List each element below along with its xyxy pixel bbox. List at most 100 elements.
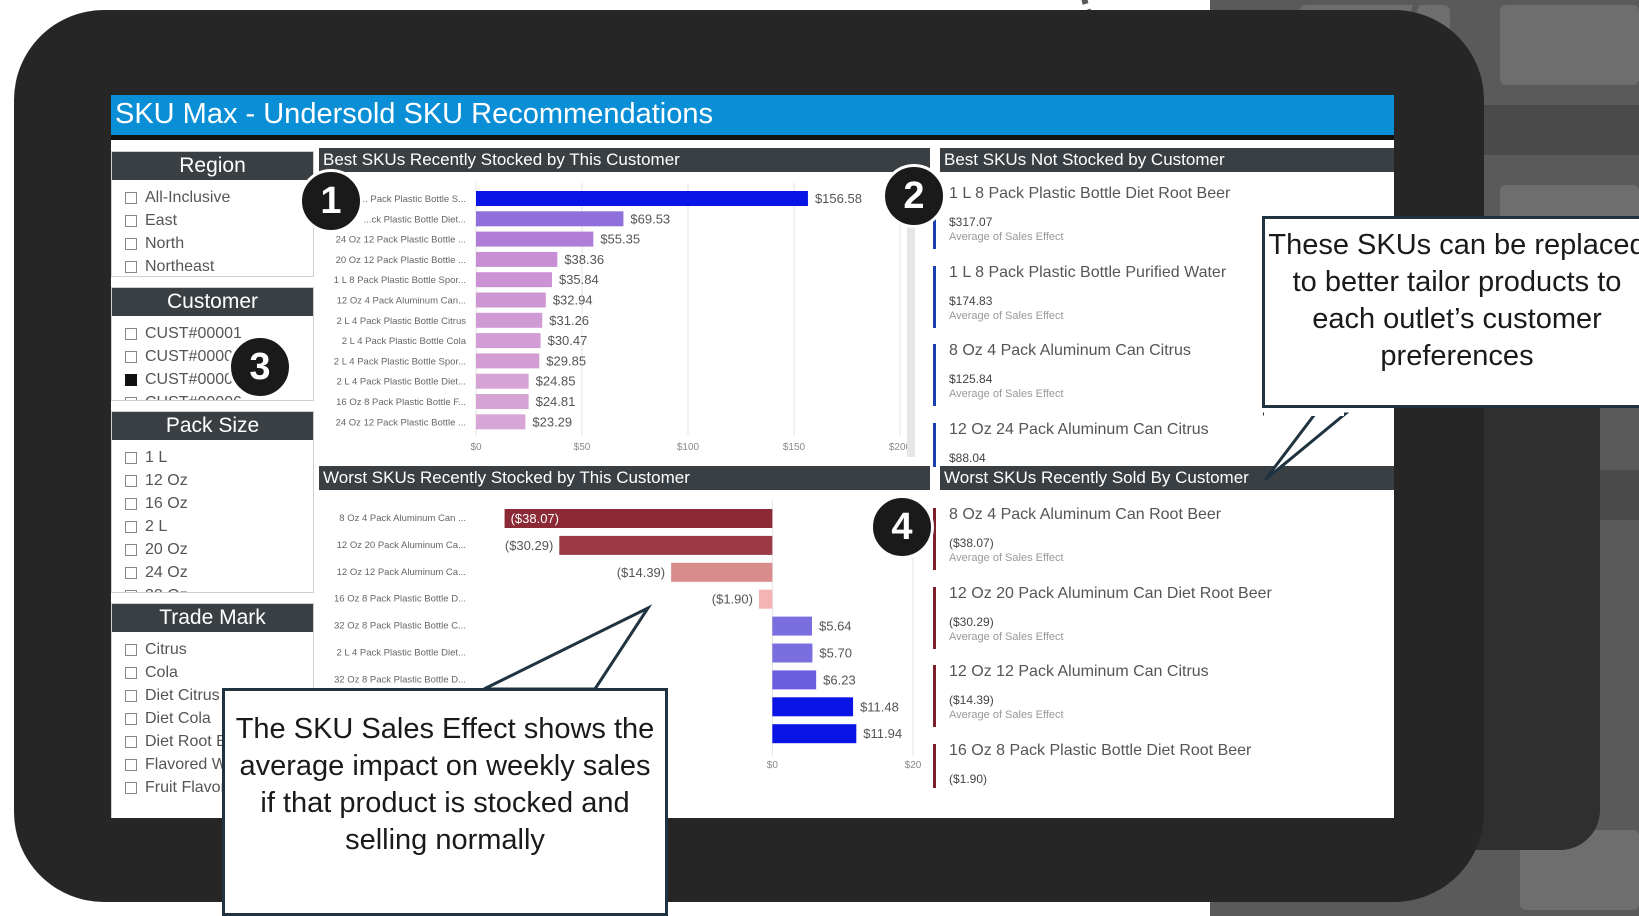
pack-size-option[interactable]: 20 Oz	[112, 538, 313, 561]
data-label: $69.53	[630, 211, 670, 226]
pack-size-option[interactable]: 32 Oz	[112, 584, 313, 592]
x-tick-label: $150	[783, 442, 806, 453]
region-slicer-title: Region	[112, 152, 313, 180]
bar	[671, 562, 773, 582]
category-label: 8 Oz 4 Pack Aluminum Can ...	[339, 513, 466, 524]
pack-size-option-label: 20 Oz	[145, 541, 188, 558]
customer-option[interactable]: CUST#00006	[112, 391, 313, 400]
bar	[758, 589, 773, 609]
data-label: $31.26	[549, 313, 589, 328]
customer-slicer-title: Customer	[112, 288, 313, 316]
pack-size-option[interactable]: 1 L	[112, 446, 313, 469]
sku-card[interactable]: 1 L 8 Pack Plastic Bottle Diet Root Beer…	[933, 185, 1313, 261]
bar	[476, 272, 552, 288]
card-name: 12 Oz 24 Pack Aluminum Can Citrus	[949, 420, 1209, 438]
callout-bottom-tail	[483, 604, 653, 691]
region-option[interactable]: East	[112, 209, 313, 232]
badge-2: 2	[882, 164, 946, 228]
checkbox-icon[interactable]	[125, 782, 137, 794]
pack-size-option[interactable]: 12 Oz	[112, 469, 313, 492]
sku-card[interactable]: 12 Oz 20 Pack Aluminum Can Diet Root Bee…	[933, 584, 1313, 661]
pack-size-slicer-title: Pack Size	[112, 412, 313, 440]
customer-option[interactable]: CUST#00001	[112, 322, 313, 345]
pack-size-option-label: 2 L	[145, 518, 168, 535]
card-value: ($14.39)	[949, 693, 994, 707]
data-label: ($14.39)	[617, 565, 665, 580]
pack-size-option[interactable]: 24 Oz	[112, 561, 313, 584]
badge-1: 1	[299, 169, 363, 233]
pack-size-option-label: 12 Oz	[145, 472, 188, 489]
checkbox-icon[interactable]	[125, 521, 137, 533]
badge-3: 3	[228, 335, 292, 399]
sku-card[interactable]: 16 Oz 8 Pack Plastic Bottle Diet Root Be…	[933, 742, 1313, 818]
data-label: ($1.90)	[712, 592, 753, 607]
checkbox-icon[interactable]	[125, 590, 137, 592]
region-option-label: Northeast	[145, 258, 215, 275]
region-option[interactable]: All-Inclusive	[112, 186, 313, 209]
checkbox-icon[interactable]	[125, 397, 137, 400]
customer-option-label: CUST#00004	[145, 371, 242, 388]
checkbox-icon[interactable]	[125, 736, 137, 748]
card-name: 12 Oz 20 Pack Aluminum Can Diet Root Bee…	[949, 584, 1272, 602]
best-stocked-scrollbar[interactable]	[907, 223, 915, 457]
data-label: $38.36	[564, 252, 604, 267]
pack-size-option[interactable]: 16 Oz	[112, 492, 313, 515]
checkbox-icon[interactable]	[125, 328, 137, 340]
trade-mark-slicer-title: Trade Mark	[112, 604, 313, 632]
region-option-label: All-Inclusive	[145, 189, 231, 206]
checkbox-icon[interactable]	[125, 192, 137, 204]
card-caption: Average of Sales Effect	[949, 630, 1064, 643]
checkbox-icon[interactable]	[125, 475, 137, 487]
data-label: $29.85	[546, 353, 586, 368]
checkbox-icon[interactable]	[125, 215, 137, 227]
category-label: 2 L 4 Pack Plastic Bottle Spor...	[334, 356, 466, 367]
checkbox-icon[interactable]	[125, 713, 137, 725]
card-caption: Average of Sales Effect	[949, 231, 1064, 243]
category-label: 2 L 4 Pack Plastic Bottle Diet...	[336, 377, 466, 388]
trade-mark-option[interactable]: Citrus	[112, 638, 313, 661]
sku-card[interactable]: 8 Oz 4 Pack Aluminum Can Citrus $125.84 Av…	[933, 342, 1313, 418]
checkbox-icon[interactable]	[125, 238, 137, 250]
category-label: 24 Oz 12 Pack Plastic Bottle ...	[336, 417, 466, 428]
data-label: $156.58	[815, 191, 862, 206]
checkbox-icon[interactable]	[125, 667, 137, 679]
worst-sold-cards: 8 Oz 4 Pack Aluminum Can Root Beer ($38.0…	[933, 500, 1353, 790]
customer-option-label: CUST#00001	[145, 325, 242, 342]
bar	[476, 373, 529, 389]
category-label: 20 Oz 12 Pack Plastic Bottle ...	[336, 255, 466, 266]
checkbox-icon[interactable]	[125, 452, 137, 464]
x-tick-label: $0	[470, 442, 482, 453]
category-label: 16 Oz 8 Pack Plastic Bottle F...	[336, 397, 466, 408]
checkbox-icon[interactable]	[125, 644, 137, 656]
customer-option-label: CUST#00006	[145, 394, 242, 400]
category-label: 32 Oz 8 Pack Plastic Bottle C...	[334, 621, 466, 632]
region-option[interactable]: Northeast	[112, 255, 313, 276]
trade-mark-option[interactable]: Cola	[112, 661, 313, 684]
card-name: 1 L 8 Pack Plastic Bottle Diet Root Beer	[949, 185, 1231, 202]
checkbox-icon[interactable]	[125, 351, 137, 363]
best-stocked-chart: $0 $50 $100 $150 $200... Pack Plastic Bottle…	[334, 183, 912, 453]
region-option[interactable]: North	[112, 232, 313, 255]
checkbox-icon[interactable]	[125, 567, 137, 579]
sku-card[interactable]: 12 Oz 12 Pack Aluminum Can Citrus ($14.39…	[933, 663, 1313, 739]
data-label: $24.85	[536, 374, 576, 389]
checkbox-icon[interactable]	[125, 374, 137, 386]
card-accent-bar	[933, 508, 936, 570]
checkbox-icon[interactable]	[125, 261, 137, 273]
data-label: $5.70	[819, 646, 852, 661]
checkbox-icon[interactable]	[125, 498, 137, 510]
card-value: ($1.90)	[949, 771, 988, 786]
card-value: $88.04	[949, 450, 986, 465]
checkbox-icon[interactable]	[125, 544, 137, 556]
card-caption: Average of Sales Effect	[949, 552, 1064, 564]
pack-size-option[interactable]: 2 L	[112, 515, 313, 538]
bar	[772, 643, 813, 663]
card-caption: Average of Sales Effect	[949, 309, 1064, 322]
data-label: $11.48	[860, 699, 899, 714]
checkbox-icon[interactable]	[125, 690, 137, 702]
checkbox-icon[interactable]	[125, 759, 137, 771]
sku-card[interactable]: 8 Oz 4 Pack Aluminum Can Root Beer ($38.0…	[933, 506, 1313, 582]
card-accent-bar	[933, 422, 936, 467]
data-label: $6.23	[823, 672, 856, 687]
sku-card[interactable]: 1 L 8 Pack Plastic Bottle Purified Water…	[933, 264, 1313, 340]
